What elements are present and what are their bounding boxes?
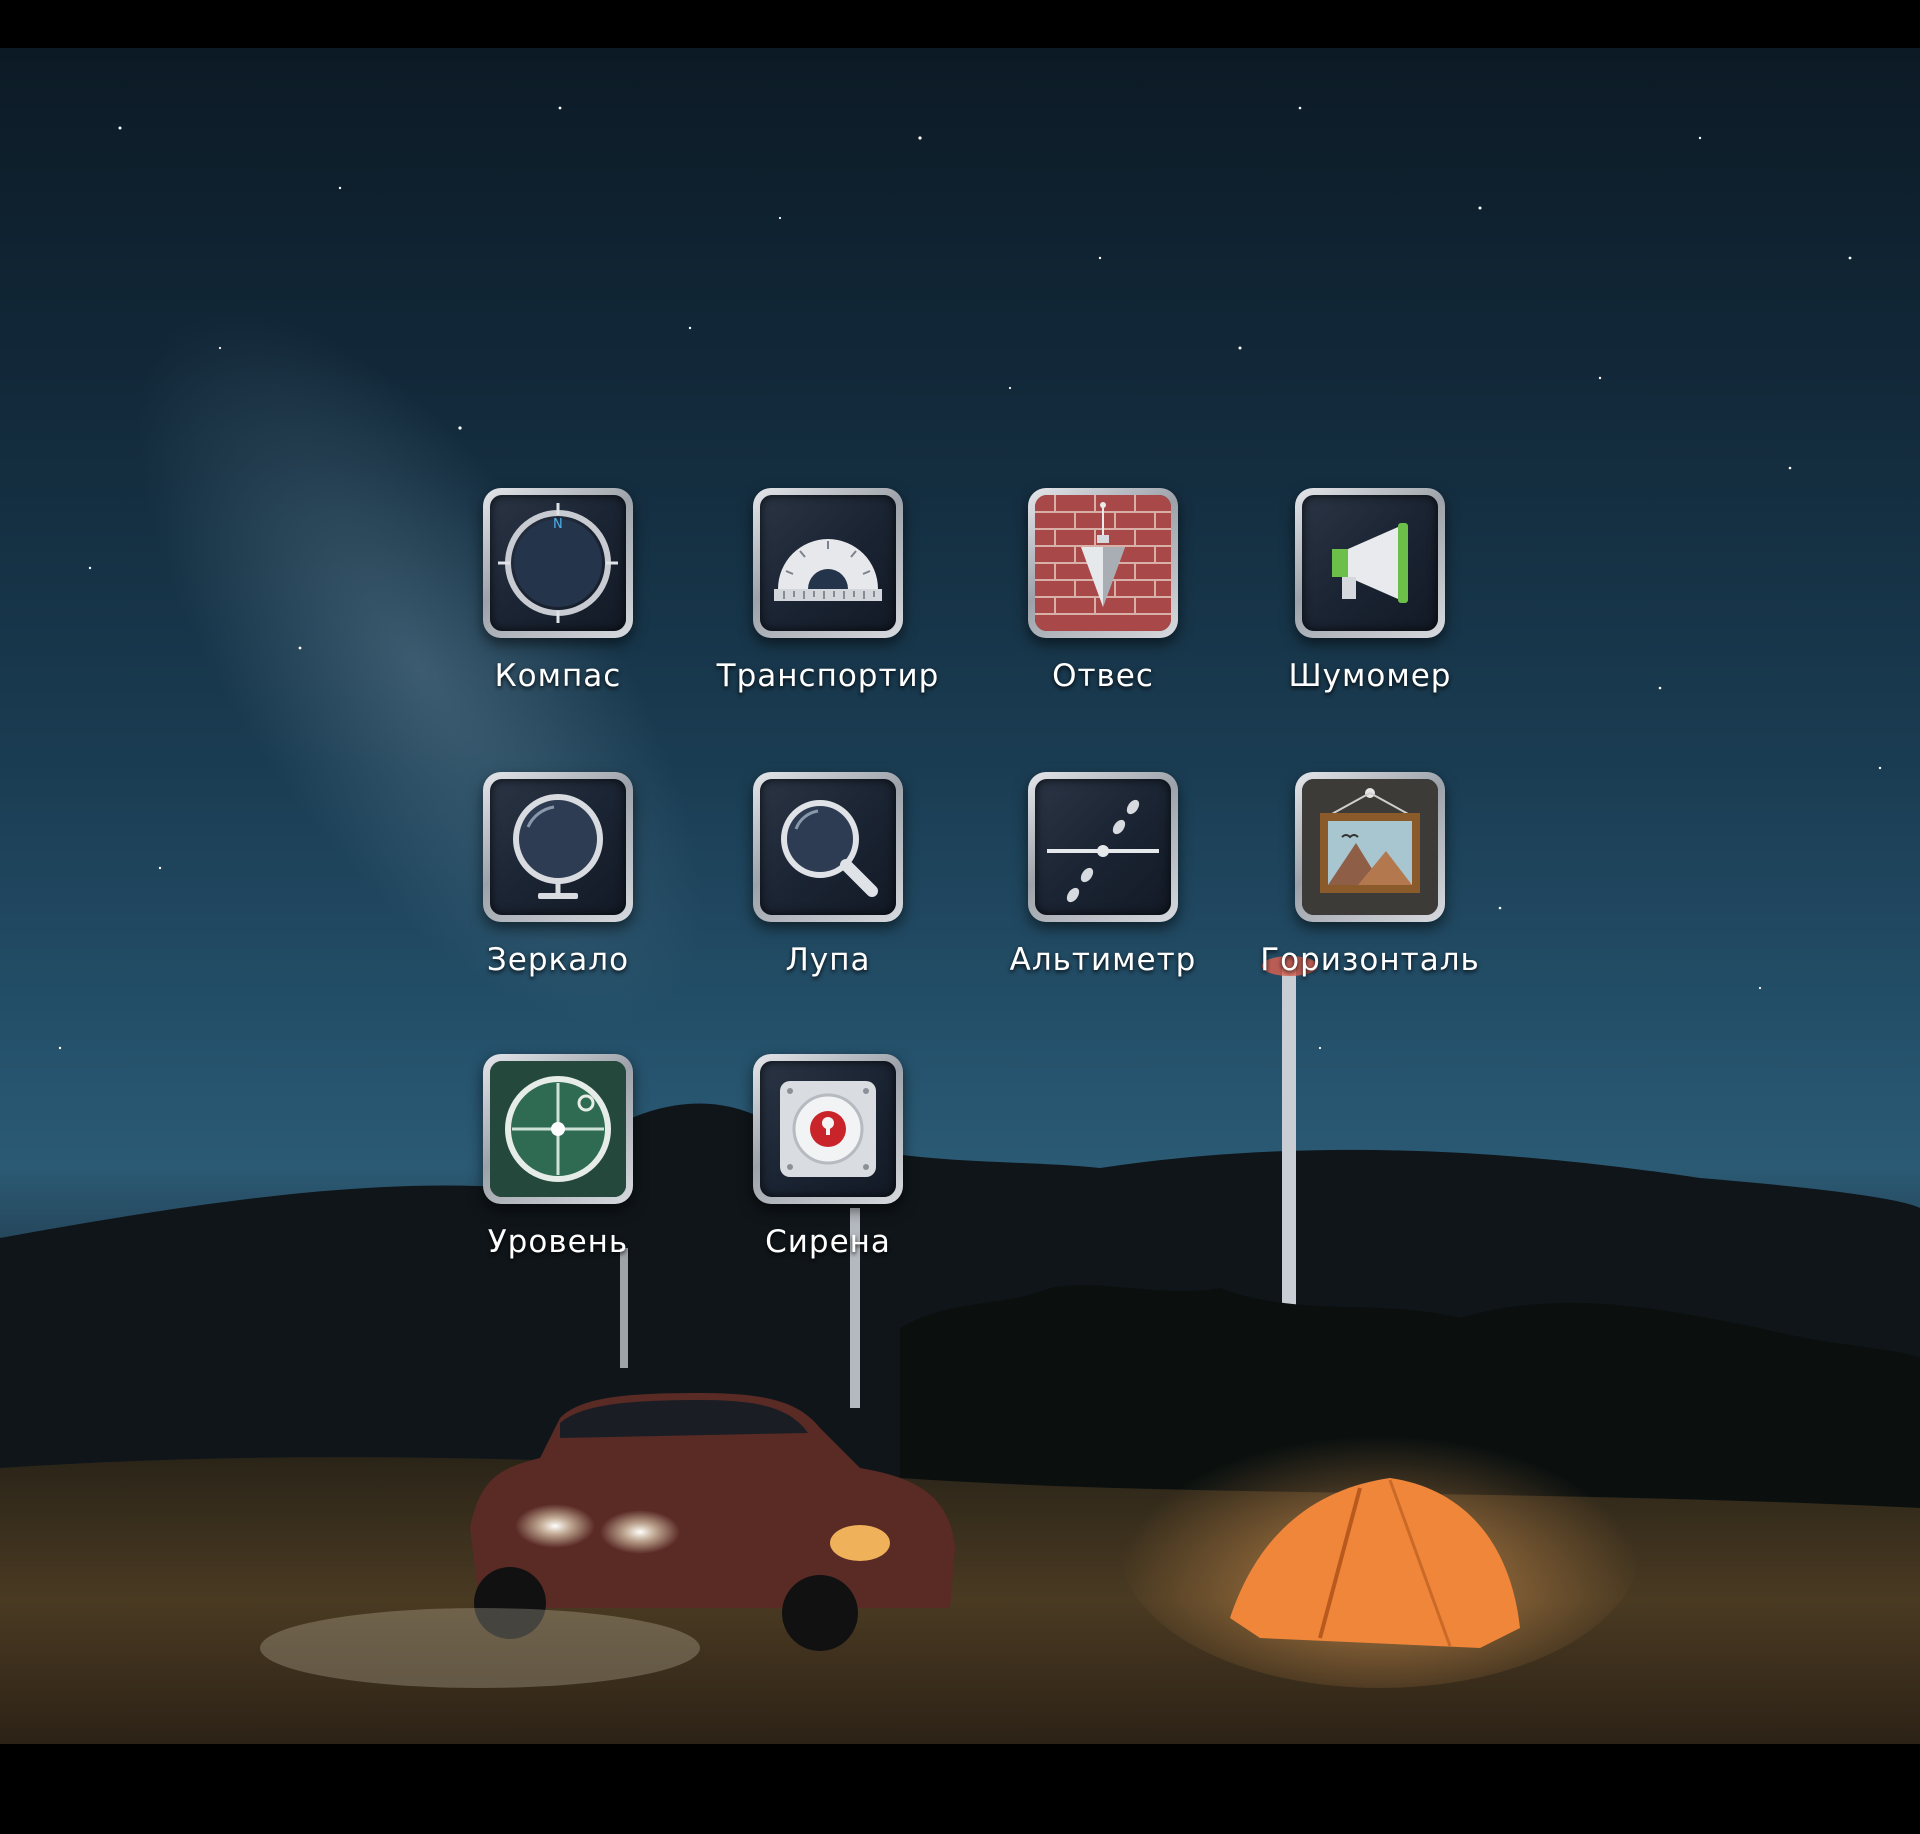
app-horizon[interactable]: Горизонталь <box>1230 772 1510 1032</box>
picture-frame-icon <box>1295 772 1445 922</box>
app-magnifier[interactable]: Лупа <box>688 772 968 1032</box>
app-label: Зеркало <box>486 942 630 978</box>
app-label: Альтиметр <box>1009 942 1197 978</box>
app-siren[interactable]: Сирена <box>688 1054 968 1314</box>
magnifier-icon <box>753 772 903 922</box>
app-label: Уровень <box>487 1224 629 1260</box>
app-compass[interactable]: N Компас <box>418 488 698 748</box>
app-label: Шумомер <box>1288 658 1452 694</box>
megaphone-icon <box>1295 488 1445 638</box>
app-altimeter[interactable]: Альтиметр <box>963 772 1243 1032</box>
protractor-icon <box>753 488 903 638</box>
app-mirror[interactable]: Зеркало <box>418 772 698 1032</box>
compass-icon: N <box>483 488 633 638</box>
app-plumb-bob[interactable]: Отвес <box>963 488 1243 748</box>
app-grid: N Компас Транспортир Отвес Шумомер Зерка… <box>0 0 1920 1834</box>
app-label: Лупа <box>785 942 871 978</box>
siren-icon <box>753 1054 903 1204</box>
app-label: Транспортир <box>716 658 940 694</box>
app-label: Сирена <box>765 1224 891 1260</box>
app-protractor[interactable]: Транспортир <box>688 488 968 748</box>
plumb-bob-icon <box>1028 488 1178 638</box>
app-level[interactable]: Уровень <box>418 1054 698 1314</box>
app-sound-meter[interactable]: Шумомер <box>1230 488 1510 748</box>
mirror-icon <box>483 772 633 922</box>
altimeter-icon <box>1028 772 1178 922</box>
home-screen: N Компас Транспортир Отвес Шумомер Зерка… <box>0 0 1920 1834</box>
bubble-level-icon <box>483 1054 633 1204</box>
app-label: Компас <box>494 658 622 694</box>
app-label: Отвес <box>1052 658 1154 694</box>
svg-text:N: N <box>553 517 563 532</box>
app-label: Горизонталь <box>1260 942 1480 978</box>
